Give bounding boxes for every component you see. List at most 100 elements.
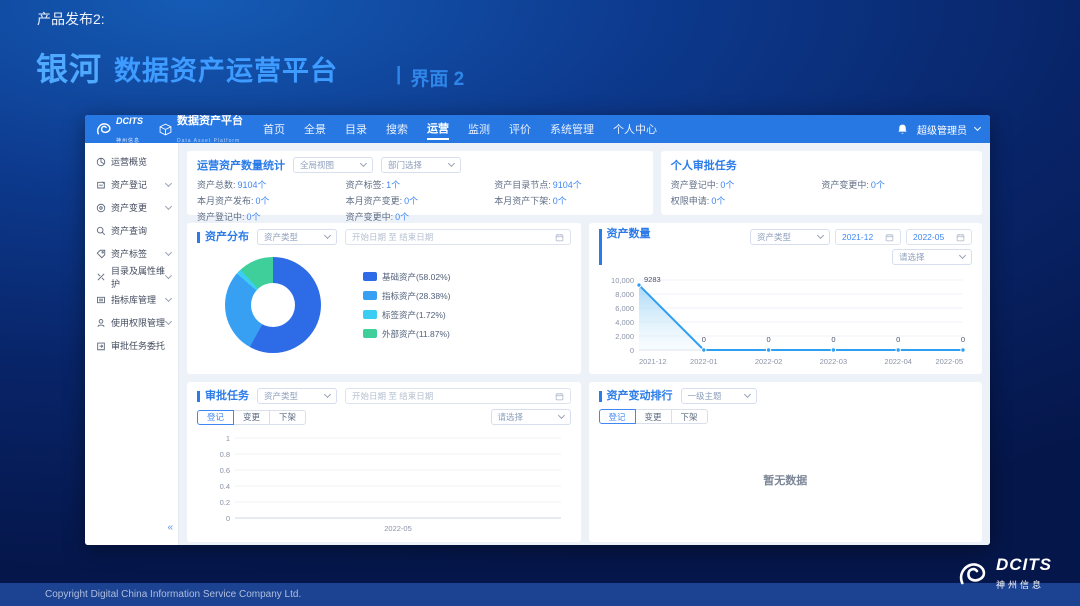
tab-register[interactable]: 登记 [599,409,636,424]
stat-registering: 资产登记中:0个 [197,210,346,223]
svg-text:10,000: 10,000 [611,276,634,285]
tab-remove[interactable]: 下架 [671,409,708,424]
nav-evaluate[interactable]: 评价 [509,119,531,139]
stat-personal-registering: 资产登记中:0个 [671,178,822,191]
bell-icon[interactable] [896,123,909,136]
user-menu[interactable]: 超级管理员 [917,122,967,137]
quantity-card-title: 资产数量 [599,229,651,265]
sidebar-collapse-button[interactable]: « [167,522,173,533]
asset-quantity-card: 资产数量 资产类型 2021-12 [589,223,983,374]
legend-swatch [363,310,377,319]
app-window: DCITS 神州信息 数据资产平台 Data Asset Platform 首页… [85,115,990,545]
nav-personal-center[interactable]: 个人中心 [613,119,657,139]
date-range-input[interactable]: 开始日期 至 结束日期 [345,388,571,404]
asset-search-icon [96,226,106,236]
department-select[interactable]: 部门选择 [381,157,461,173]
sidebar-item-asset-register[interactable]: 资产登记 [85,173,178,196]
sidebar-item-operation-overview[interactable]: 运营概览 [85,150,178,173]
sidebar: 运营概览 资产登记 资产变更 资产查询 资产标签 [85,143,179,545]
svg-text:0: 0 [960,335,964,344]
legend-item: 外部资产(11.87%) [363,328,451,340]
chevron-down-icon [448,160,455,167]
svg-text:0.8: 0.8 [220,450,230,459]
tab-change[interactable]: 变更 [233,410,270,425]
nav-monitor[interactable]: 监测 [468,119,490,139]
sidebar-item-asset-query[interactable]: 资产查询 [85,219,178,242]
svg-text:9283: 9283 [644,275,661,284]
svg-text:0.6: 0.6 [220,466,230,475]
approval-tab-group: 登记 变更 下架 [197,410,306,425]
cube-icon [159,123,172,136]
svg-text:4,000: 4,000 [615,318,634,327]
asset-distribution-card: 资产分布 资产类型 开始日期 至 结束日期 基础资产(58.02%) [187,223,581,374]
stat-permission-request: 权限申请:0个 [671,194,822,207]
chevron-down-icon [324,232,331,239]
secondary-select[interactable]: 请选择 [892,249,972,265]
approval-card-title: 审批任务 [197,391,249,402]
nav-operation[interactable]: 运营 [427,118,449,140]
product-name: 银河 [36,44,102,90]
tab-register[interactable]: 登记 [197,410,234,425]
tab-change[interactable]: 变更 [635,409,672,424]
divider-bar: | [396,64,401,91]
chevron-down-icon[interactable] [974,124,981,131]
stats-card-title: 运营资产数量统计 [197,157,285,173]
secondary-select[interactable]: 请选择 [491,409,571,425]
nav-panorama[interactable]: 全景 [304,119,326,139]
sidebar-item-asset-tag[interactable]: 资产标签 [85,242,178,265]
asset-quantity-chart: 10,0008,0006,0004,0002,00002021-12928320… [599,268,972,368]
svg-text:2022-03: 2022-03 [819,357,847,366]
distribution-card-title: 资产分布 [197,232,249,243]
legend-item: 指标资产(28.38%) [363,290,451,302]
calendar-icon [555,233,564,242]
approval-tasks-card: 审批任务 资产类型 开始日期 至 结束日期 登记 变更 [187,382,581,542]
nav-home[interactable]: 首页 [263,119,285,139]
indicator-library-icon [96,295,106,305]
svg-text:0: 0 [629,346,633,355]
asset-register-icon [96,180,106,190]
legend-item: 标签资产(1.72%) [363,309,451,321]
svg-text:2022-05: 2022-05 [935,357,963,366]
nav-system-mgmt[interactable]: 系统管理 [550,119,594,139]
asset-type-select[interactable]: 资产类型 [750,229,830,245]
chevron-down-icon [743,391,750,398]
svg-text:1: 1 [226,434,230,443]
asset-change-ranking-card: 资产变动排行 一级主题 登记 变更 下架 暂无数据 [589,382,983,542]
copyright-text: Copyright Digital China Information Serv… [0,583,1080,606]
chevron-down-icon [324,391,331,398]
approval-delegate-icon [96,341,106,351]
sidebar-item-approval-delegate[interactable]: 审批任务委托 [85,334,178,357]
chevron-down-icon [165,248,172,255]
sidebar-item-asset-change[interactable]: 资产变更 [85,196,178,219]
date-range-input[interactable]: 开始日期 至 结束日期 [345,229,571,245]
nav-search[interactable]: 搜索 [386,119,408,139]
global-view-select[interactable]: 全局视图 [293,157,373,173]
calendar-icon [885,233,894,242]
empty-state-text: 暂无数据 [763,472,807,488]
asset-distribution-donut [225,257,321,353]
overview-pie-icon [96,157,106,167]
chevron-down-icon [165,179,172,186]
date-to-input[interactable]: 2022-05 [906,229,972,245]
dcits-footer-logo: DCITS 神州信息 [956,557,1052,593]
chevron-down-icon [165,294,172,301]
nav-catalog[interactable]: 目录 [345,119,367,139]
catalog-maintain-icon [96,272,106,282]
tab-remove[interactable]: 下架 [269,410,306,425]
chevron-down-icon [959,252,966,259]
asset-type-select[interactable]: 资产类型 [257,388,337,404]
chevron-down-icon [557,412,564,419]
operation-asset-stats-card: 运营资产数量统计 全局视图 部门选择 资产总数:9104个 资产标签:1个 资产… [187,151,653,215]
svg-text:0: 0 [226,514,230,523]
sidebar-item-indicator-library[interactable]: 指标库管理 [85,288,178,311]
calendar-icon [956,233,965,242]
sidebar-item-permission-mgmt[interactable]: 使用权限管理 [85,311,178,334]
personal-card-title: 个人审批任务 [671,157,972,173]
asset-change-icon [96,203,106,213]
stat-month-changed: 本月资产变更:0个 [346,194,495,207]
theme-select[interactable]: 一级主题 [681,388,757,404]
date-from-input[interactable]: 2021-12 [835,229,901,245]
donut-legend: 基础资产(58.02%) 指标资产(28.38%) 标签资产(1.72%) 外部… [363,271,451,340]
sidebar-item-catalog-maintain[interactable]: 目录及属性维护 [85,265,178,288]
asset-type-select[interactable]: 资产类型 [257,229,337,245]
